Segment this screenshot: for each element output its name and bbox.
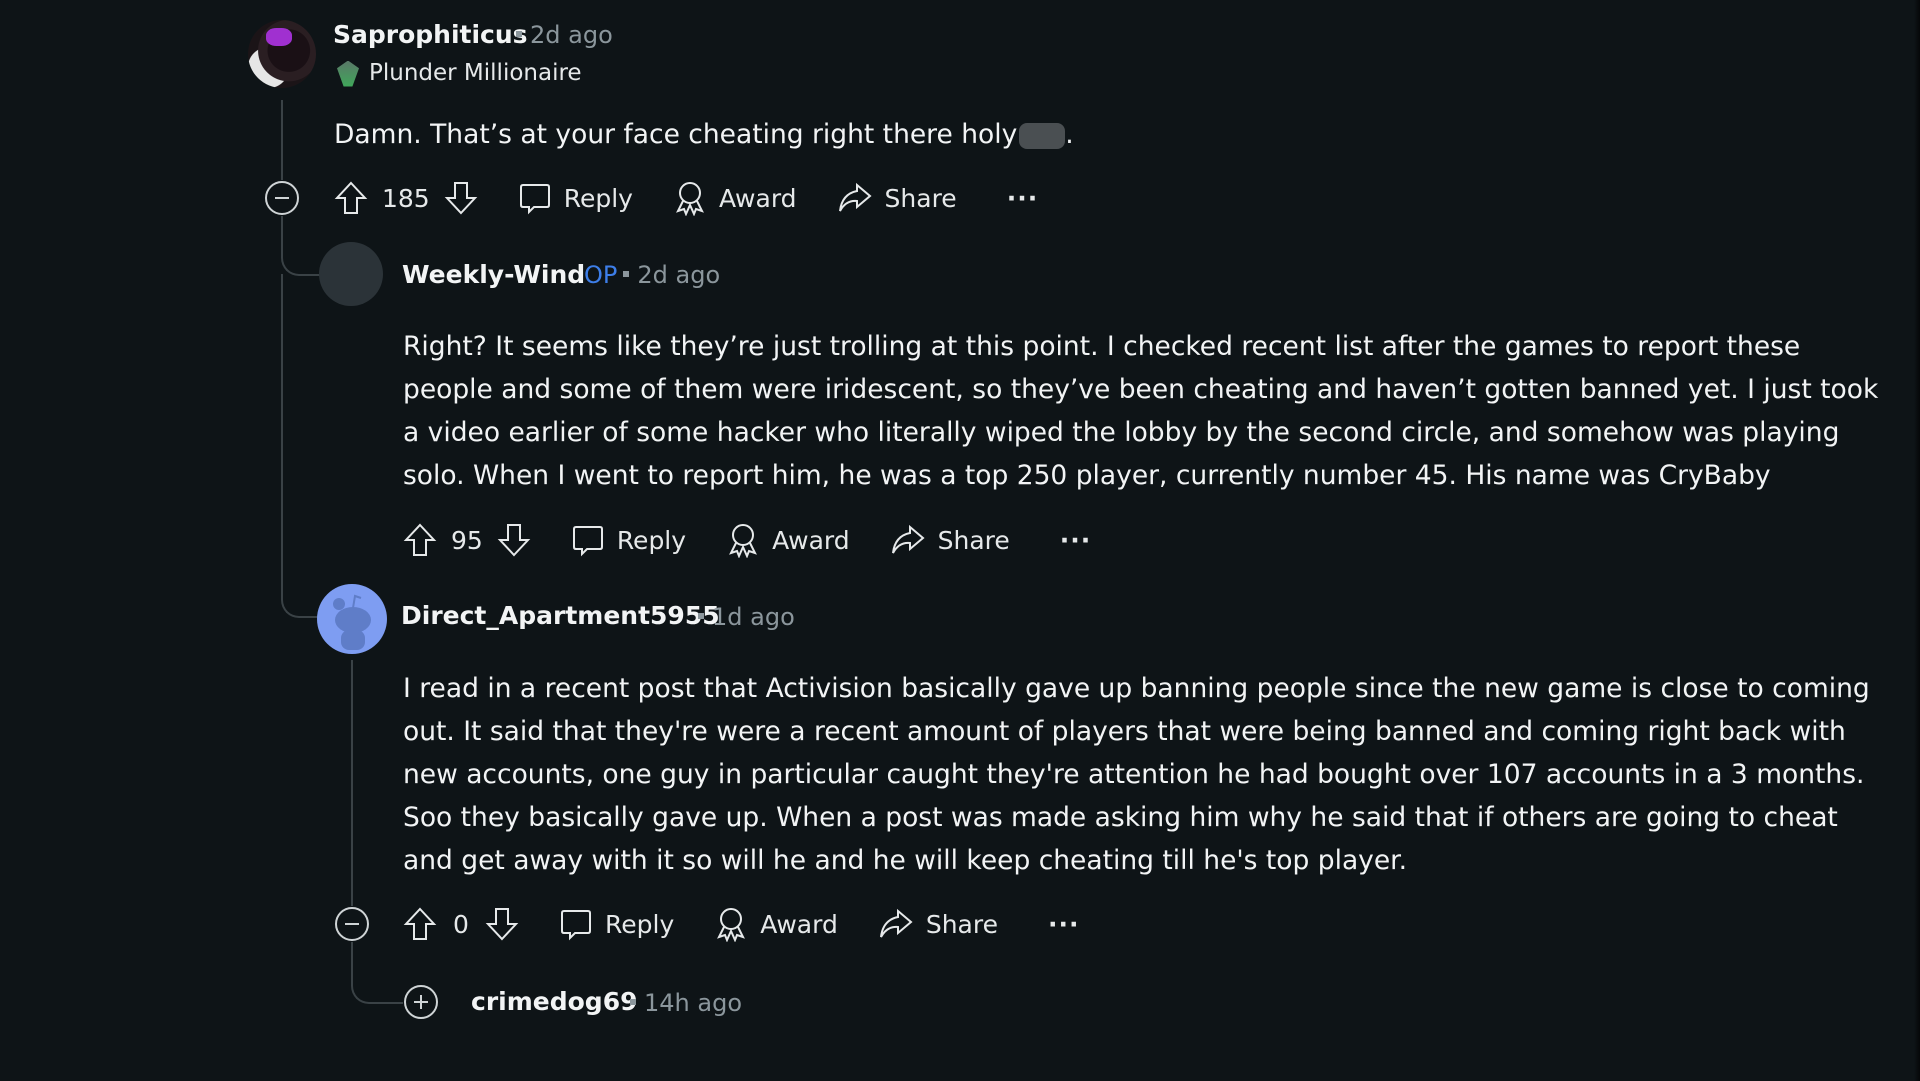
share-button[interactable]: Share <box>878 908 998 940</box>
downvote-icon[interactable] <box>497 522 531 558</box>
reply-label: Reply <box>616 525 687 555</box>
action-bar: 95 Reply Award Share ··· <box>403 518 1091 562</box>
thread-line <box>351 942 403 1004</box>
action-bar: 0 Reply Award Share ··· <box>403 902 1079 946</box>
share-icon <box>838 182 872 212</box>
default-avatar-icon <box>333 594 371 650</box>
separator-dot <box>516 31 522 37</box>
reply-button[interactable]: Reply <box>559 907 674 941</box>
comment-meta: OP 2d ago <box>568 261 720 289</box>
collapse-thread-button[interactable] <box>335 907 369 941</box>
timestamp: 2d ago <box>530 21 613 49</box>
comment-body: Right? It seems like they’re just trolli… <box>403 331 1879 491</box>
comment-text: Damn. That’s at your face cheating right… <box>334 119 1018 150</box>
award-icon <box>675 182 704 216</box>
thread-line <box>281 100 283 180</box>
vote-count: 185 <box>382 183 430 213</box>
separator-dot <box>698 613 704 619</box>
comment-body: Damn. That’s at your face cheating right… <box>334 113 1074 156</box>
username[interactable]: Saprophiticus <box>333 20 528 49</box>
more-options-button[interactable]: ··· <box>1048 910 1080 939</box>
more-options-button[interactable]: ··· <box>1060 526 1092 555</box>
share-button[interactable]: Share <box>890 524 1010 556</box>
comment-meta: 2d ago <box>510 21 613 49</box>
award-label: Award <box>760 909 838 939</box>
reply-icon <box>519 184 550 215</box>
avatar[interactable] <box>248 20 316 88</box>
spoiler-redaction[interactable] <box>1019 122 1066 149</box>
separator-dot <box>623 271 630 277</box>
award-label: Award <box>718 183 797 213</box>
username[interactable]: Weekly-Wind <box>402 260 585 289</box>
share-label: Share <box>884 183 957 213</box>
vote-count: 0 <box>453 909 469 939</box>
flair-text: Plunder Millionaire <box>369 60 582 86</box>
thread-line <box>281 274 319 618</box>
avatar[interactable] <box>317 584 387 654</box>
downvote-icon[interactable] <box>485 906 519 942</box>
op-badge: OP <box>584 261 618 289</box>
separator-dot <box>630 999 636 1005</box>
downvote-icon[interactable] <box>444 180 478 216</box>
user-flair: Plunder Millionaire <box>337 60 582 87</box>
share-icon <box>891 524 925 554</box>
comment-text-suffix: . <box>1065 119 1074 150</box>
username[interactable]: Direct_Apartment5955 <box>401 601 720 630</box>
reply-button[interactable]: Reply <box>518 181 633 215</box>
share-button[interactable]: Share <box>837 182 957 214</box>
upvote-icon[interactable] <box>403 906 437 942</box>
award-icon <box>729 524 758 558</box>
award-label: Award <box>772 525 850 555</box>
comment-meta: 14h ago <box>624 989 742 1017</box>
reply-icon <box>572 526 603 557</box>
username[interactable]: crimedog69 <box>471 987 637 1016</box>
reply-icon <box>561 910 591 941</box>
action-bar: 185 Reply Award Share ··· <box>334 176 1038 220</box>
thread-line <box>281 216 321 276</box>
collapse-thread-button[interactable] <box>265 181 299 215</box>
share-label: Share <box>937 525 1010 555</box>
comment-body: I read in a recent post that Activision … <box>403 673 1870 876</box>
expand-thread-button[interactable] <box>404 985 438 1019</box>
share-icon <box>879 908 913 938</box>
vote-count: 95 <box>451 525 483 555</box>
flair-icon <box>337 60 359 87</box>
scrollbar[interactable] <box>1914 0 1920 1081</box>
more-options-button[interactable]: ··· <box>1007 184 1039 213</box>
award-button[interactable]: Award <box>673 180 797 216</box>
reply-label: Reply <box>605 909 675 939</box>
reply-button[interactable]: Reply <box>571 523 686 557</box>
award-button[interactable]: Award <box>714 906 838 942</box>
timestamp: 2d ago <box>637 261 721 289</box>
comment-meta: 1d ago <box>692 603 795 631</box>
award-icon <box>717 908 746 942</box>
timestamp: 1d ago <box>712 603 795 631</box>
avatar[interactable] <box>319 242 383 306</box>
share-label: Share <box>925 909 998 939</box>
upvote-icon[interactable] <box>334 180 368 216</box>
thread-line <box>351 660 353 906</box>
reply-label: Reply <box>563 183 633 213</box>
upvote-icon[interactable] <box>403 522 437 558</box>
timestamp: 14h ago <box>644 989 743 1017</box>
award-button[interactable]: Award <box>726 522 850 558</box>
